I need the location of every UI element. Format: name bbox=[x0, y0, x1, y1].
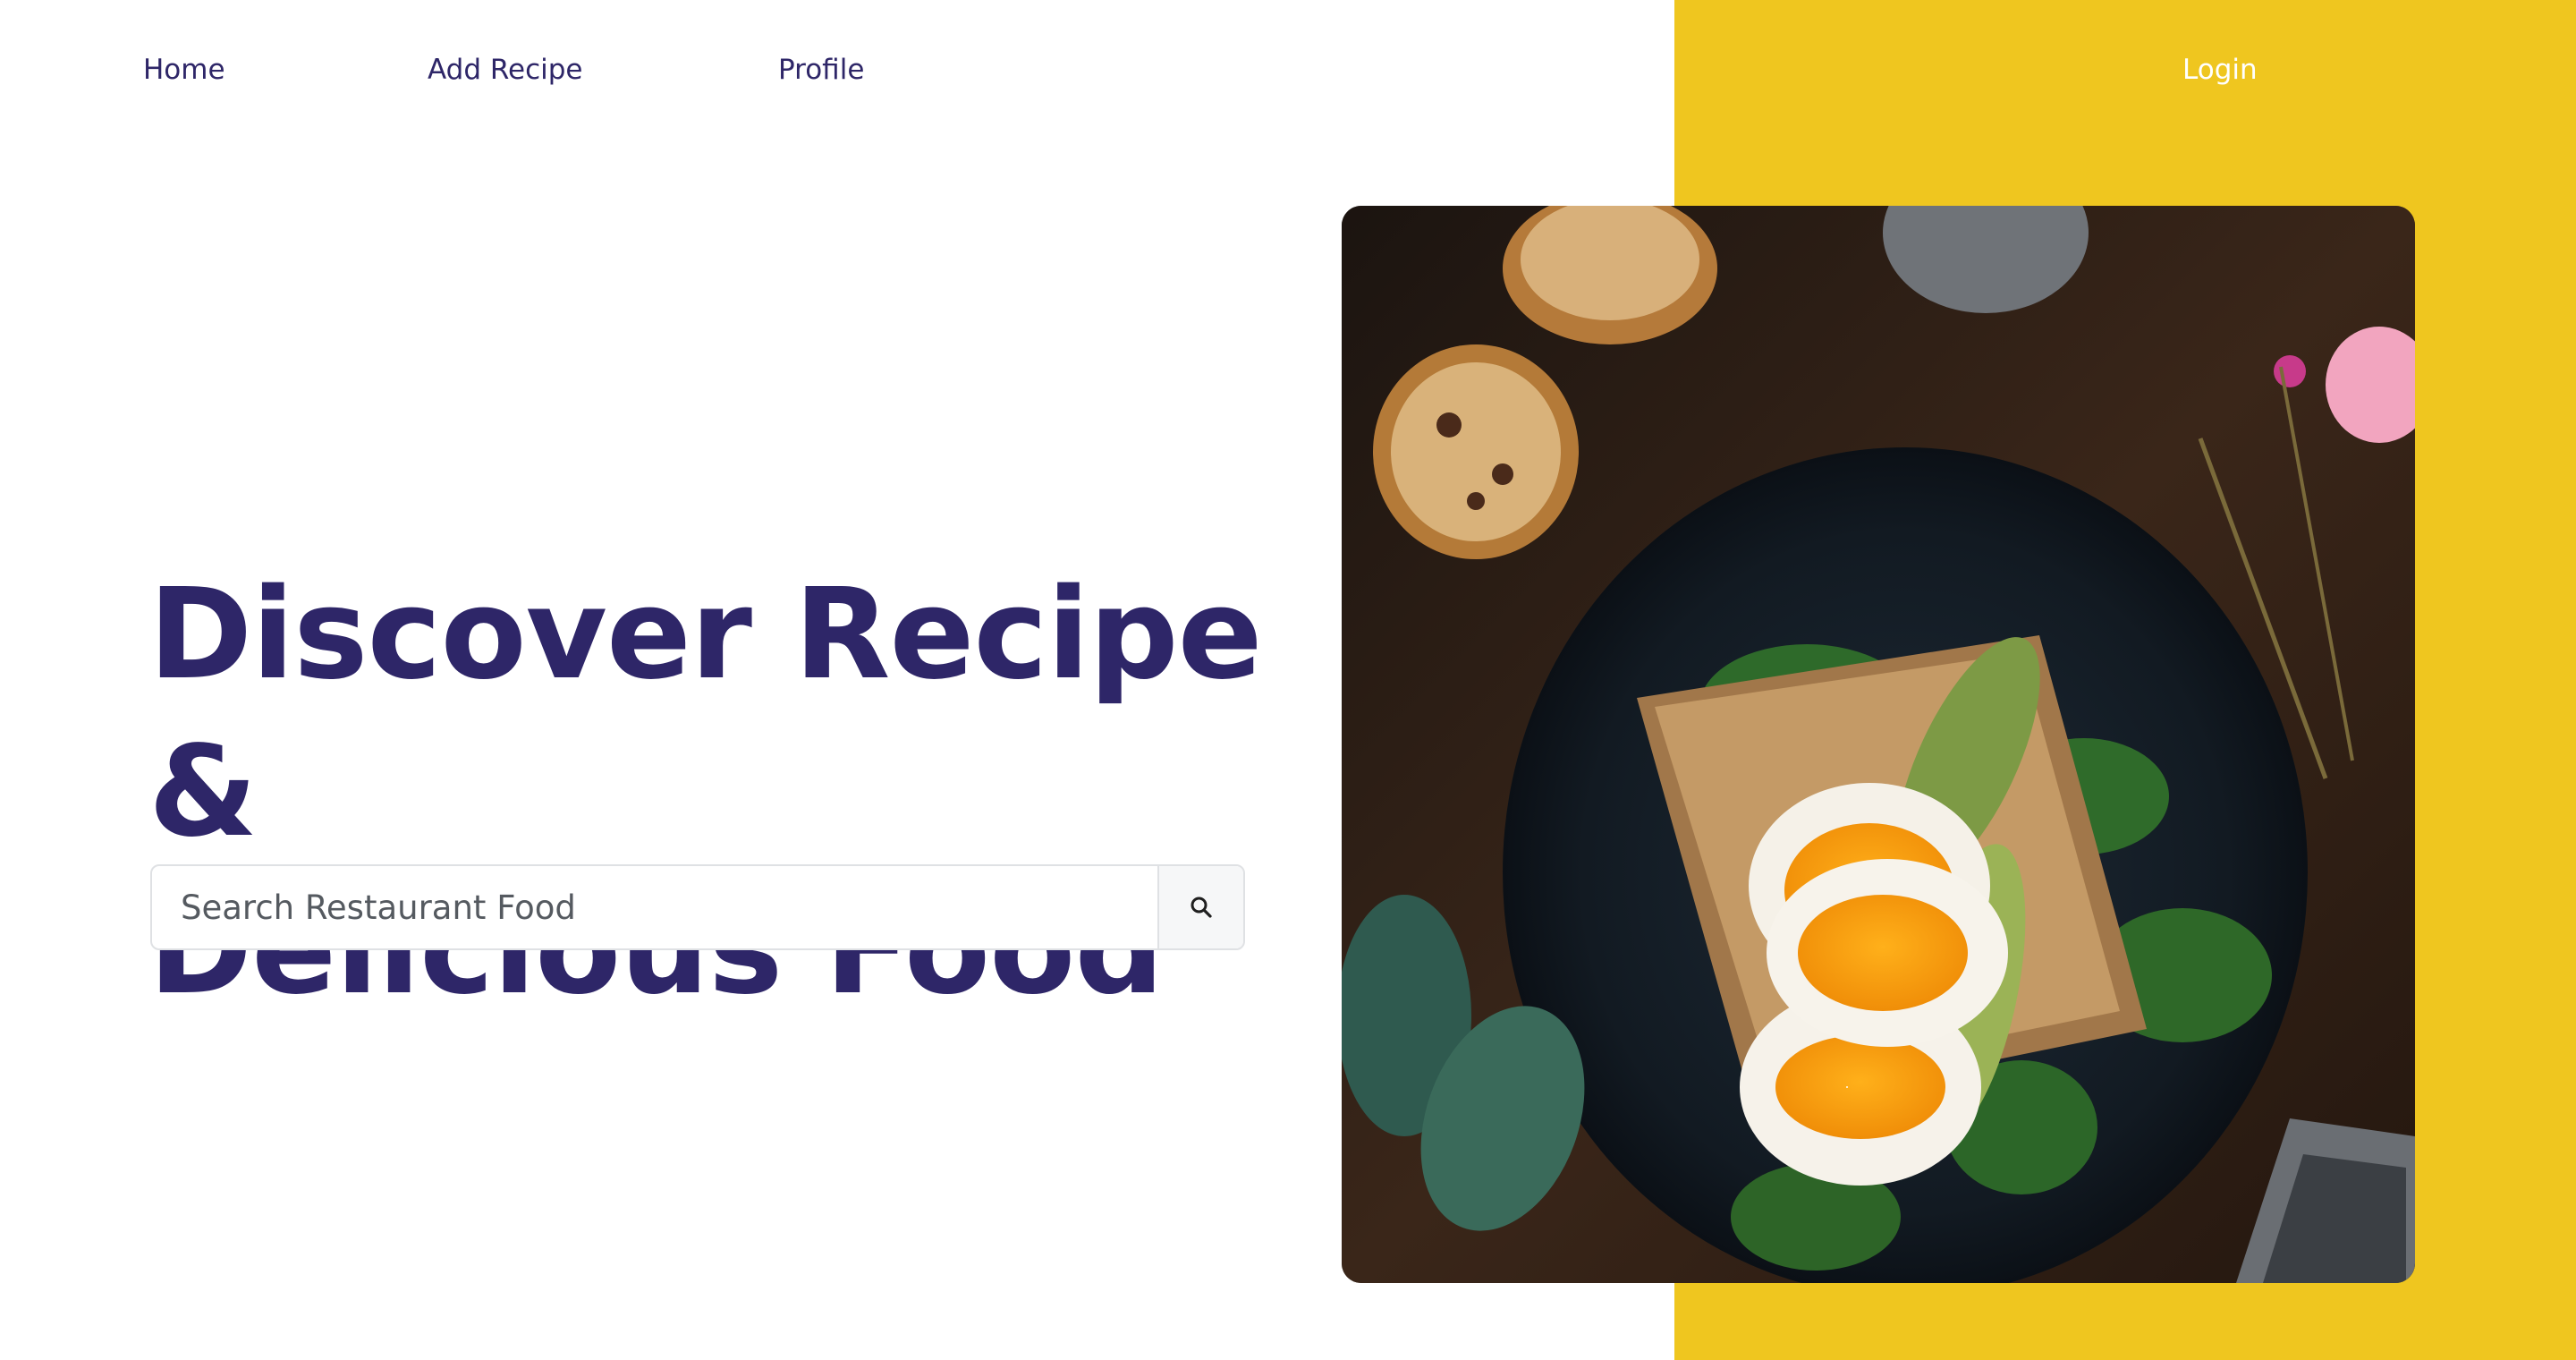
search-button[interactable] bbox=[1157, 866, 1243, 948]
nav-home-link[interactable]: Home bbox=[143, 52, 225, 88]
nav-add-recipe-link[interactable]: Add Recipe bbox=[428, 52, 583, 88]
search-icon bbox=[1191, 897, 1212, 918]
landing-page: Home Add Recipe Profile Login Discover R… bbox=[0, 0, 2576, 1360]
search-bar bbox=[150, 864, 1245, 950]
food-photo-illustration bbox=[1342, 206, 2415, 1283]
hero-title-line1: Discover Recipe & bbox=[148, 562, 1263, 865]
hero-title: Discover Recipe & Delicious Food bbox=[148, 557, 1329, 1029]
nav-login-link[interactable]: Login bbox=[2182, 52, 2258, 88]
food-photo bbox=[1342, 206, 2415, 1283]
search-input[interactable] bbox=[152, 866, 1157, 948]
nav-profile-link[interactable]: Profile bbox=[778, 52, 864, 88]
top-nav: Home Add Recipe Profile Login bbox=[0, 0, 2576, 143]
